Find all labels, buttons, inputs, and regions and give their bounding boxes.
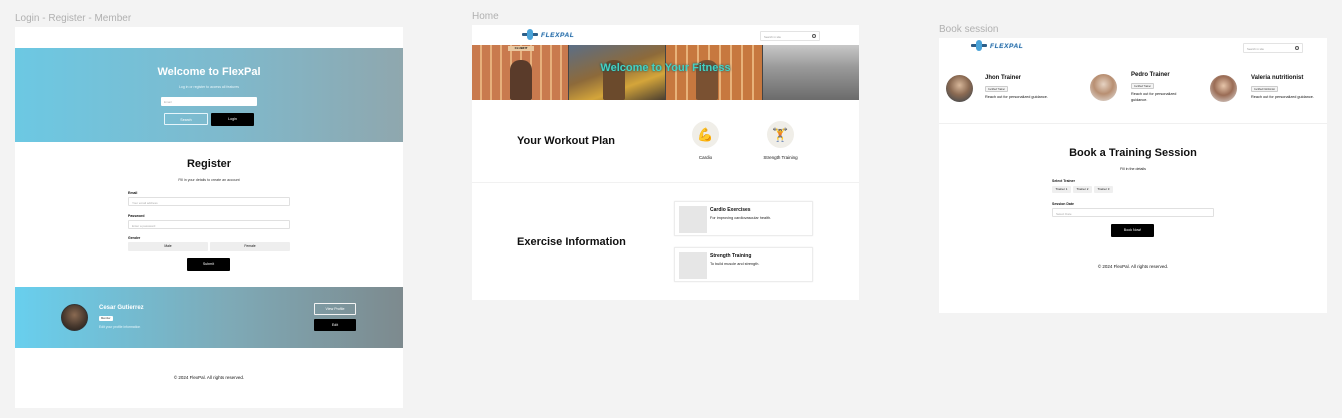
banner-title: Welcome to Your Fitness [600,62,731,74]
frame-label-login: Login - Register - Member [15,13,132,24]
booking-subtitle: Fill in the details [1120,167,1146,171]
login-button[interactable]: Login [211,113,254,126]
trainer-name: Jhon Trainer [985,75,1022,81]
exercise-card-cardio[interactable]: Cardio Exercises For improving cardiovas… [674,201,813,236]
submit-button[interactable]: Submit [187,258,230,271]
avatar [61,304,88,331]
home-frame: FLEXPAL Search in site CLUBFIT Welcome t… [472,25,859,300]
gender-female-button[interactable]: Female [210,242,290,251]
banner-sign: CLUBFIT [508,46,534,51]
password-field[interactable]: Enter a password [128,220,290,229]
exercise-thumbnail [679,252,707,279]
brand-name: FLEXPAL [990,42,1024,50]
email-field[interactable]: Your email address [128,197,290,206]
frame-label-book: Book session [939,24,999,35]
trainer-description: Reach out for personalized guidance. [985,95,1048,99]
search-icon[interactable] [1295,46,1299,50]
brand-name: FLEXPAL [541,31,575,39]
hero-banner: CLUBFIT Welcome to Your Fitness [472,45,859,100]
search-placeholder: Search in site [1247,47,1264,51]
search-input[interactable]: Search in site [760,31,820,41]
search-placeholder: Search in site [764,35,781,39]
status-badge: Member [99,316,113,321]
trainer-badge: Certified Nutritionist [1251,86,1278,93]
dumbbell-icon [522,29,538,41]
trainer-badge: Certified Trainer [985,86,1009,93]
search-input[interactable]: Search in site [1243,43,1303,53]
session-date-label: Session Date [1052,202,1074,206]
strength-training-icon[interactable]: 🏋️ [767,121,794,148]
trainer-option-2[interactable]: Trainer 2 [1073,186,1092,193]
exercise-card-description: To build muscle and strength. [710,262,760,266]
hero-subtitle: Log in or register to access all feature… [178,85,240,89]
member-name: Cesar Gutierrez [99,305,144,311]
edit-button[interactable]: Edit [314,319,356,331]
exercise-info-title: Exercise Information [517,236,626,248]
avatar[interactable] [1210,75,1237,102]
gender-male-button[interactable]: Male [128,242,208,251]
password-label: Password [128,214,145,218]
book-now-button[interactable]: Book Now! [1111,224,1154,237]
exercise-thumbnail [679,206,707,233]
trainer-description: Reach out for personalized guidance. [1251,95,1314,99]
avatar[interactable] [1090,74,1117,101]
exercise-card-strength[interactable]: Strength Training To build muscle and st… [674,247,813,282]
email-label: Email [128,191,138,195]
hero-email-input[interactable]: Email [161,97,257,106]
hero-search-button[interactable]: Search [164,113,208,125]
session-date-field[interactable]: Select Date [1052,208,1214,217]
hero-title: Welcome to FlexPal [157,66,261,78]
login-hero: Welcome to FlexPal Log in or register to… [15,48,403,142]
workout-plan-title: Your Workout Plan [517,135,615,147]
exercise-card-title: Strength Training [710,253,752,259]
gender-label: Gender [128,236,141,240]
footer: © 2024 FlexPal. All rights reserved. [173,375,245,380]
strength-training-label[interactable]: Strength Training [750,155,811,160]
brand-logo[interactable]: FLEXPAL [971,40,1023,52]
login-register-frame: Welcome to FlexPal Log in or register to… [15,27,403,408]
trainer-option-1[interactable]: Trainer 1 [1052,186,1071,193]
register-title: Register [186,158,232,170]
dumbbell-icon [971,40,987,52]
search-icon[interactable] [812,34,816,38]
divider [939,123,1327,124]
footer: © 2024 FlexPal. All rights reserved. [1097,264,1169,269]
booking-title: Book a Training Session [1069,147,1197,159]
trainer-option-3[interactable]: Trainer 3 [1094,186,1113,193]
trainer-description: Reach out for personalized guidance. [1131,92,1177,102]
avatar[interactable] [946,75,973,102]
divider [472,182,859,183]
book-session-frame: FLEXPAL Search in site Jhon Trainer Cert… [939,38,1327,313]
view-profile-button[interactable]: View Profile [314,303,356,315]
brand-logo[interactable]: FLEXPAL [522,29,574,41]
cardio-label[interactable]: Cardio [675,155,736,160]
select-trainer-label: Select Trainer [1052,179,1075,183]
exercise-card-description: For improving cardiovascular health. [710,216,772,220]
trainer-name: Pedro Trainer [1131,72,1170,78]
cardio-icon[interactable]: 💪 [692,121,719,148]
trainer-name: Valeria nutritionist [1251,75,1304,81]
frame-label-home: Home [472,11,499,22]
exercise-card-title: Cardio Exercises [710,207,751,213]
member-profile-banner: Cesar Gutierrez Member Edit your profile… [15,287,403,348]
trainer-badge: Certified Trainer [1131,83,1155,90]
register-subtitle: Fill in your details to create an accoun… [178,178,240,182]
profile-edit-text: Edit your profile information [99,325,141,329]
